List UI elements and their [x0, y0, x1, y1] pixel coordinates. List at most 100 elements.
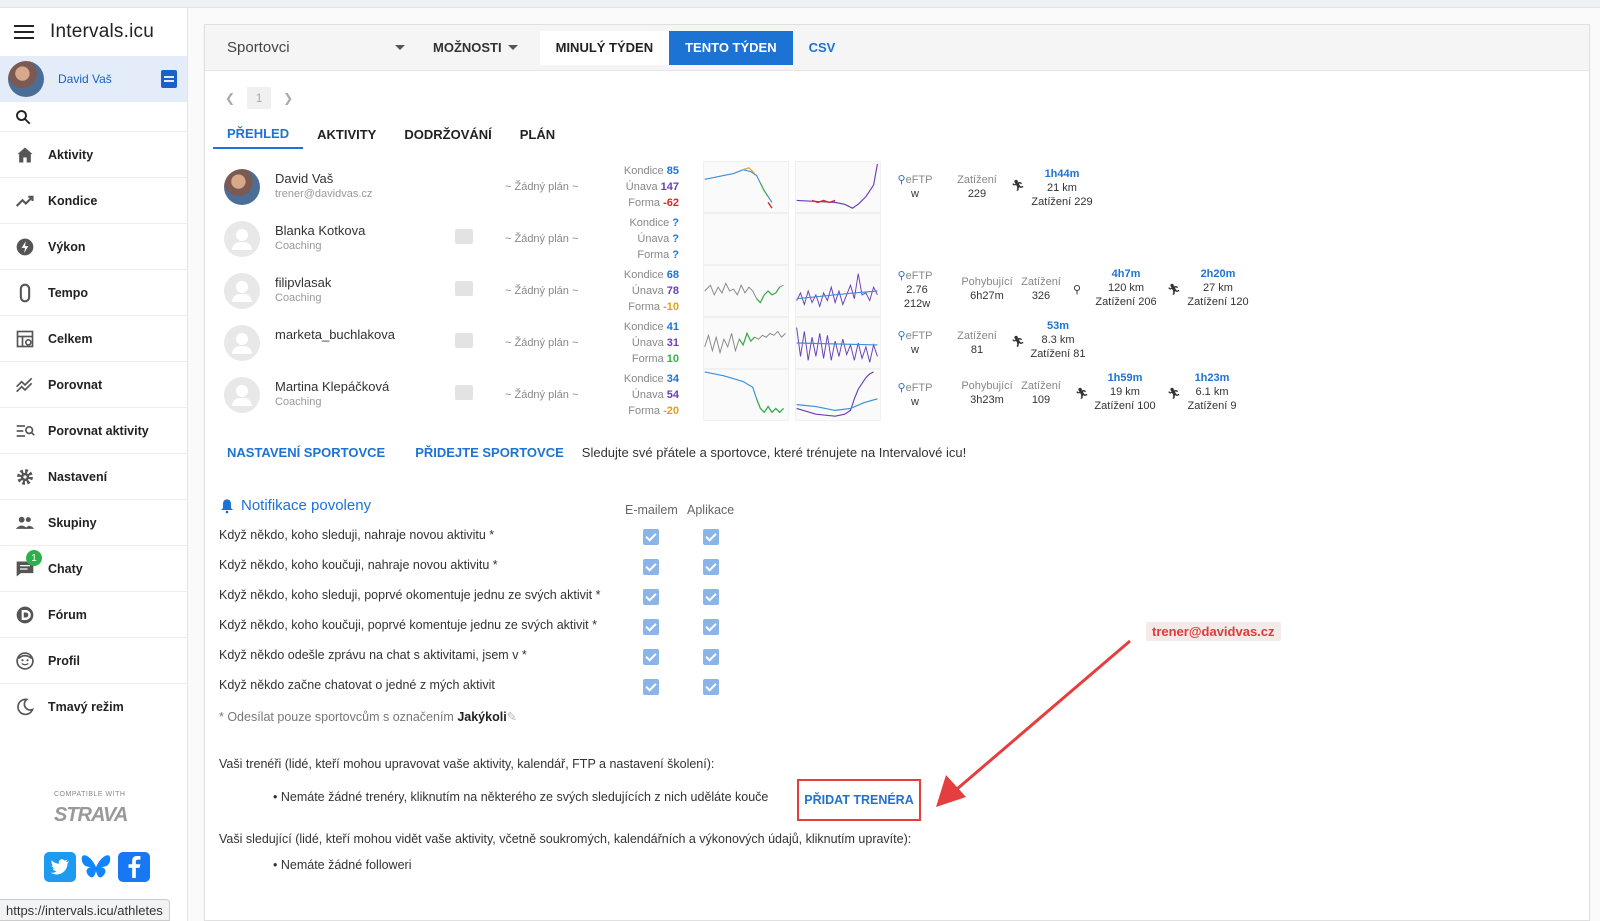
- sidebar-item-aktivity[interactable]: Aktivity: [0, 132, 187, 178]
- sidebar-item-nastaveni[interactable]: Nastavení: [0, 454, 187, 500]
- athlete-settings-link[interactable]: NASTAVENÍ SPORTOVCE: [227, 445, 385, 460]
- email-checkbox[interactable]: [643, 679, 659, 695]
- athlete-role: Coaching: [275, 292, 322, 304]
- sidebar-item-celkem[interactable]: Celkem: [0, 316, 187, 362]
- sidebar-item-profil[interactable]: Profil: [0, 638, 187, 684]
- search-icon[interactable]: [14, 108, 32, 126]
- add-athlete-link[interactable]: PŘIDEJTE SPORTOVCE: [415, 445, 564, 460]
- athlete-row[interactable]: Blanka Kotkova Coaching ~ Žádný plán ~ K…: [219, 213, 1579, 265]
- last-week-button[interactable]: MINULÝ TÝDEN: [539, 30, 670, 65]
- compare-icon: [14, 374, 36, 396]
- athlete-row[interactable]: Martina Klepáčková Coaching ~ Žádný plán…: [219, 369, 1579, 421]
- app-checkbox[interactable]: [703, 589, 719, 605]
- sidebar-item-forum[interactable]: Fórum: [0, 592, 187, 638]
- app-checkbox[interactable]: [703, 679, 719, 695]
- pencil-icon[interactable]: ✎: [507, 710, 517, 724]
- email-checkbox[interactable]: [643, 619, 659, 635]
- activity-summary[interactable]: 1h44m 21 km Zatížení 229: [1027, 167, 1097, 209]
- sidebar-item-label: Tempo: [48, 285, 89, 300]
- bluesky-icon[interactable]: [80, 852, 112, 882]
- fitness-sparkline: [703, 369, 789, 421]
- followers-empty: • Nemáte žádné followeri: [273, 858, 412, 872]
- email-checkbox[interactable]: [643, 559, 659, 575]
- user-name[interactable]: David Vaš: [58, 72, 112, 86]
- options-button[interactable]: MOŽNOSTI: [433, 40, 518, 55]
- activity-summary[interactable]: 4h7m 120 km Zatížení 206: [1089, 267, 1163, 309]
- activity-summary[interactable]: 2h20m 27 km Zatížení 120: [1181, 267, 1255, 309]
- activity-summary[interactable]: 1h23m 6.1 km Zatížení 9: [1179, 371, 1245, 413]
- tab-dodrzovani[interactable]: DODRŽOVÁNÍ: [390, 119, 505, 149]
- athlete-name[interactable]: filipvlasak: [275, 275, 331, 290]
- athlete-role: Coaching: [275, 240, 322, 252]
- activity-summary[interactable]: 1h59m 19 km Zatížení 100: [1089, 371, 1161, 413]
- notification-label: Když někdo odešle zprávu na chat s aktiv…: [219, 648, 527, 662]
- page-number[interactable]: 1: [247, 87, 272, 109]
- app-checkbox[interactable]: [703, 619, 719, 635]
- tab-aktivity[interactable]: AKTIVITY: [303, 119, 390, 149]
- chat-icon[interactable]: [455, 281, 473, 296]
- chat-icon[interactable]: [455, 385, 473, 400]
- athlete-name[interactable]: Blanka Kotkova: [275, 223, 365, 238]
- twitter-icon[interactable]: [44, 852, 76, 882]
- app-checkbox[interactable]: [703, 649, 719, 665]
- chat-icon[interactable]: [455, 333, 473, 348]
- search-row[interactable]: [0, 102, 187, 132]
- plan-status: ~ Žádný plán ~: [505, 285, 579, 297]
- menu-icon[interactable]: [14, 25, 34, 39]
- pager: ❮ 1 ❯: [225, 87, 293, 109]
- sidebar-item-label: Fórum: [48, 607, 87, 622]
- sidebar-item-vykon[interactable]: Výkon: [0, 224, 187, 270]
- plan-status: ~ Žádný plán ~: [505, 389, 579, 401]
- app-checkbox[interactable]: [703, 559, 719, 575]
- bike-icon: ⚲: [897, 270, 906, 282]
- csv-button[interactable]: CSV: [809, 40, 836, 55]
- sidebar-item-skupiny[interactable]: Skupiny: [0, 500, 187, 546]
- add-coach-button[interactable]: PŘIDAT TRENÉRA: [797, 779, 921, 821]
- sidebar-item-porovnat-aktivity[interactable]: Porovnat aktivity: [0, 408, 187, 454]
- fitness-sparkline: [703, 265, 789, 317]
- athlete-name[interactable]: Martina Klepáčková: [275, 379, 389, 394]
- athlete-row[interactable]: marketa_buchlakova ~ Žádný plán ~ Kondic…: [219, 317, 1579, 369]
- sport-select[interactable]: Sportovci: [227, 39, 405, 56]
- run-icon: 🏃︎: [1011, 180, 1025, 192]
- eftp-block: ⚲eFTP w: [897, 174, 933, 200]
- email-checkbox[interactable]: [643, 529, 659, 545]
- email-checkbox[interactable]: [643, 649, 659, 665]
- activity-summary[interactable]: 53m 8.3 km Zatížení 81: [1023, 319, 1093, 361]
- strava-logo[interactable]: STRAVA: [54, 804, 128, 827]
- tab-prehled[interactable]: PŘEHLED: [213, 119, 304, 149]
- email-checkbox[interactable]: [643, 589, 659, 605]
- fitness-stats: Kondice 85 Únava 147 Forma -62: [623, 165, 679, 209]
- bell-icon: [221, 498, 233, 513]
- chevron-right-icon[interactable]: ❯: [283, 91, 293, 105]
- athlete-row[interactable]: filipvlasak Coaching ~ Žádný plán ~ Kond…: [219, 265, 1579, 317]
- annotation-arrow: [936, 639, 1131, 807]
- athlete-name[interactable]: David Vaš: [275, 171, 333, 186]
- facebook-icon[interactable]: [118, 852, 150, 882]
- plan-status: ~ Žádný plán ~: [505, 181, 579, 193]
- sidebar-item-tempo[interactable]: Tempo: [0, 270, 187, 316]
- home-icon: [14, 144, 36, 166]
- fatigue-sparkline: [795, 369, 881, 421]
- bike-icon: ⚲: [897, 330, 906, 342]
- athlete-email: trener@davidvas.cz: [275, 188, 373, 200]
- app-checkbox[interactable]: [703, 529, 719, 545]
- current-user[interactable]: David Vaš: [0, 56, 187, 102]
- notification-label: Když někdo, koho sleduji, nahraje novou …: [219, 528, 495, 542]
- athlete-row[interactable]: David Vaš trener@davidvas.cz ~ Žádný plá…: [219, 161, 1579, 213]
- chevron-left-icon[interactable]: ❮: [225, 91, 235, 105]
- athlete-name[interactable]: marketa_buchlakova: [275, 327, 395, 342]
- document-icon[interactable]: [161, 70, 177, 88]
- sidebar-item-label: Skupiny: [48, 515, 97, 530]
- sidebar-item-porovnat[interactable]: Porovnat: [0, 362, 187, 408]
- this-week-button[interactable]: TENTO TÝDEN: [669, 30, 793, 65]
- bike-icon: ⚲: [897, 382, 906, 394]
- sidebar-item-tmavy-rezim[interactable]: Tmavý režim: [0, 684, 187, 730]
- sidebar-item-label: Profil: [48, 653, 80, 668]
- sidebar-item-kondice[interactable]: Kondice: [0, 178, 187, 224]
- chat-icon[interactable]: [455, 229, 473, 244]
- tab-plan[interactable]: PLÁN: [506, 119, 569, 149]
- tag-filter-value[interactable]: Jakýkoli: [457, 710, 506, 724]
- sidebar-item-chaty[interactable]: 1 Chaty: [0, 546, 187, 592]
- moving-block: Pohybující 3h23m: [961, 380, 1013, 406]
